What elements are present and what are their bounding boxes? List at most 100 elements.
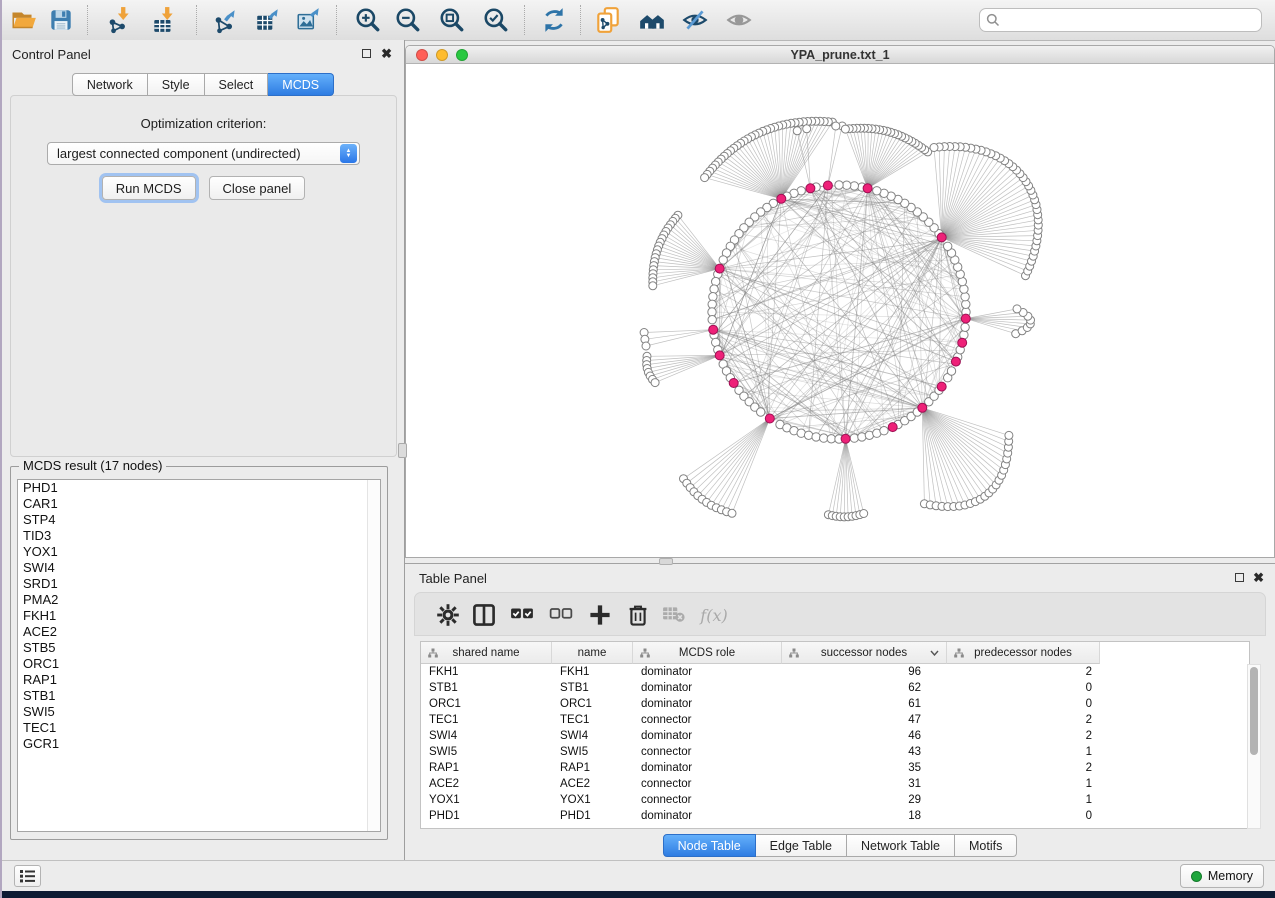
delete-column-button[interactable] xyxy=(626,603,650,627)
table-tab-network-table[interactable]: Network Table xyxy=(847,834,955,857)
zoom-out-button[interactable] xyxy=(394,6,422,34)
toolbar-separator xyxy=(524,5,525,35)
function-builder-button[interactable]: f(x) xyxy=(697,603,731,627)
mcds-result-item[interactable]: STB1 xyxy=(18,688,380,704)
mcds-result-item[interactable]: SWI4 xyxy=(18,560,380,576)
network-canvas[interactable] xyxy=(406,64,1274,557)
table-row[interactable]: TEC1TEC1connector472 xyxy=(421,712,1249,728)
mcds-result-item[interactable]: ACE2 xyxy=(18,624,380,640)
network-graph[interactable] xyxy=(406,64,1274,557)
horizontal-splitter-handle[interactable] xyxy=(659,558,673,565)
column-header-mcds-role[interactable]: MCDS role xyxy=(633,642,782,664)
zoom-selected-icon xyxy=(482,6,510,34)
mcds-result-item[interactable]: TEC1 xyxy=(18,720,380,736)
mcds-result-item[interactable]: STP4 xyxy=(18,512,380,528)
tree-icon xyxy=(954,648,964,658)
column-header-successor-nodes[interactable]: successor nodes xyxy=(782,642,947,664)
float-panel-icon[interactable] xyxy=(362,49,371,58)
scrollbar-thumb[interactable] xyxy=(1250,667,1258,755)
export-network-button[interactable] xyxy=(212,6,240,34)
select-all-button[interactable] xyxy=(510,603,534,627)
mcds-result-item[interactable]: TID3 xyxy=(18,528,380,544)
deselect-all-button[interactable] xyxy=(549,603,573,627)
tab-mcds[interactable]: MCDS xyxy=(268,73,334,96)
export-image-button[interactable] xyxy=(295,6,323,34)
mcds-result-group: MCDS result (17 nodes) PHD1CAR1STP4TID3Y… xyxy=(10,466,388,840)
eye-icon xyxy=(725,6,753,34)
table-settings-button[interactable] xyxy=(436,603,460,627)
list-icon xyxy=(19,869,36,883)
table-row[interactable]: SWI5SWI5connector431 xyxy=(421,744,1249,760)
save-button[interactable] xyxy=(47,6,75,34)
export-image-icon xyxy=(295,6,323,34)
add-column-button[interactable] xyxy=(588,603,612,627)
table-row[interactable]: YOX1YOX1connector291 xyxy=(421,792,1249,808)
show-all-button[interactable] xyxy=(725,6,753,34)
column-header-shared-name[interactable]: shared name xyxy=(421,642,552,664)
control-panel-header: Control Panel ✖ xyxy=(2,40,404,68)
show-columns-button[interactable] xyxy=(472,603,496,627)
mcds-result-item[interactable]: SWI5 xyxy=(18,704,380,720)
table-tab-motifs[interactable]: Motifs xyxy=(955,834,1017,857)
table-row[interactable]: STB1STB1dominator620 xyxy=(421,680,1249,696)
mcds-result-item[interactable]: YOX1 xyxy=(18,544,380,560)
close-table-panel-icon[interactable]: ✖ xyxy=(1253,569,1264,587)
tab-style[interactable]: Style xyxy=(148,73,205,96)
first-neighbors-button[interactable] xyxy=(638,6,666,34)
zoom-selected-button[interactable] xyxy=(482,6,510,34)
table-row[interactable]: RAP1RAP1dominator352 xyxy=(421,760,1249,776)
column-header-name[interactable]: name xyxy=(552,642,633,664)
table-row[interactable]: SWI4SWI4dominator462 xyxy=(421,728,1249,744)
mcds-result-item[interactable]: ORC1 xyxy=(18,656,380,672)
tab-select[interactable]: Select xyxy=(205,73,269,96)
mcds-result-item[interactable]: SRD1 xyxy=(18,576,380,592)
search-container xyxy=(979,8,1262,32)
plus-icon xyxy=(588,603,612,627)
table-row[interactable]: ACE2ACE2connector311 xyxy=(421,776,1249,792)
mcds-result-item[interactable]: STB5 xyxy=(18,640,380,656)
float-table-panel-icon[interactable] xyxy=(1235,573,1244,582)
import-network-button[interactable] xyxy=(106,6,134,34)
toolbar-separator xyxy=(196,5,197,35)
optimization-criterion-select[interactable]: largest connected component (undirected)… xyxy=(47,142,360,165)
delete-table-button[interactable] xyxy=(662,603,686,627)
tab-network[interactable]: Network xyxy=(72,73,148,96)
mcds-result-item[interactable]: GCR1 xyxy=(18,736,380,752)
mcds-result-item[interactable]: CAR1 xyxy=(18,496,380,512)
gear-icon xyxy=(436,603,460,627)
memory-button[interactable]: Memory xyxy=(1180,864,1264,888)
zoom-fit-button[interactable] xyxy=(438,6,466,34)
search-input[interactable] xyxy=(979,8,1262,32)
network-window-titlebar[interactable]: YPA_prune.txt_1 xyxy=(406,46,1274,64)
hide-selected-button[interactable] xyxy=(681,6,709,34)
vertical-splitter-handle[interactable] xyxy=(398,443,407,458)
mcds-result-item[interactable]: PHD1 xyxy=(18,480,380,496)
mcds-result-item[interactable]: FKH1 xyxy=(18,608,380,624)
column-header-predecessor-nodes[interactable]: predecessor nodes xyxy=(947,642,1100,664)
table-row[interactable]: FKH1FKH1dominator962 xyxy=(421,664,1249,680)
mcds-result-item[interactable]: RAP1 xyxy=(18,672,380,688)
app-window: Control Panel ✖ NetworkStyleSelectMCDS O… xyxy=(2,0,1275,890)
close-panel-icon[interactable]: ✖ xyxy=(381,45,392,63)
table-delete-icon xyxy=(662,603,686,625)
import-table-button[interactable] xyxy=(150,6,178,34)
run-mcds-button[interactable]: Run MCDS xyxy=(102,176,196,200)
close-panel-button[interactable]: Close panel xyxy=(209,176,306,200)
table-row[interactable]: ORC1ORC1dominator610 xyxy=(421,696,1249,712)
table-tab-node-table[interactable]: Node Table xyxy=(663,834,756,857)
export-table-button[interactable] xyxy=(254,6,282,34)
eye-slash-icon xyxy=(681,6,709,34)
zoom-in-button[interactable] xyxy=(354,6,382,34)
mcds-result-item[interactable]: PMA2 xyxy=(18,592,380,608)
table-scrollbar[interactable] xyxy=(1247,664,1261,829)
task-history-button[interactable] xyxy=(14,865,41,887)
refresh-layout-button[interactable] xyxy=(540,6,568,34)
tree-icon xyxy=(640,648,650,658)
mcds-result-list[interactable]: PHD1CAR1STP4TID3YOX1SWI4SRD1PMA2FKH1ACE2… xyxy=(17,479,381,832)
save-icon xyxy=(47,6,75,34)
open-folder-button[interactable] xyxy=(10,6,38,34)
clone-network-button[interactable] xyxy=(594,6,622,34)
memory-label: Memory xyxy=(1208,869,1253,883)
table-row[interactable]: PHD1PHD1dominator180 xyxy=(421,808,1249,824)
table-tab-edge-table[interactable]: Edge Table xyxy=(756,834,847,857)
